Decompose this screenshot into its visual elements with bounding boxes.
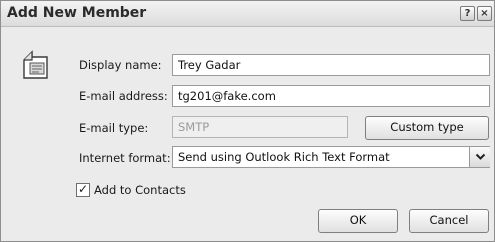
add-new-member-dialog: Add New Member ? × Display name: Trey Ga…	[0, 0, 495, 242]
email-address-field[interactable]: tg201@fake.com	[172, 85, 490, 107]
ok-button[interactable]: OK	[318, 209, 398, 233]
window-title: Add New Member	[7, 5, 147, 21]
add-to-contacts-checkbox[interactable]: ✓	[76, 183, 90, 197]
dropdown-button[interactable]	[469, 147, 490, 167]
title-bar[interactable]: Add New Member ? ×	[1, 1, 494, 27]
internet-format-select[interactable]: Send using Outlook Rich Text Format	[172, 146, 490, 168]
close-button[interactable]: ×	[477, 6, 492, 21]
help-button[interactable]: ?	[460, 6, 475, 21]
custom-type-button[interactable]: Custom type	[365, 116, 489, 140]
display-name-field[interactable]: Trey Gadar	[172, 54, 490, 76]
display-name-label: Display name:	[79, 58, 162, 72]
internet-format-label: Internet format:	[79, 151, 171, 165]
cancel-button[interactable]: Cancel	[409, 209, 489, 233]
email-type-label: E-mail type:	[79, 121, 149, 135]
email-type-field: SMTP	[172, 116, 348, 138]
contact-card-icon	[23, 50, 48, 79]
chevron-down-icon	[475, 153, 485, 160]
email-address-label: E-mail address:	[79, 89, 168, 103]
add-to-contacts-label[interactable]: Add to Contacts	[94, 183, 186, 197]
